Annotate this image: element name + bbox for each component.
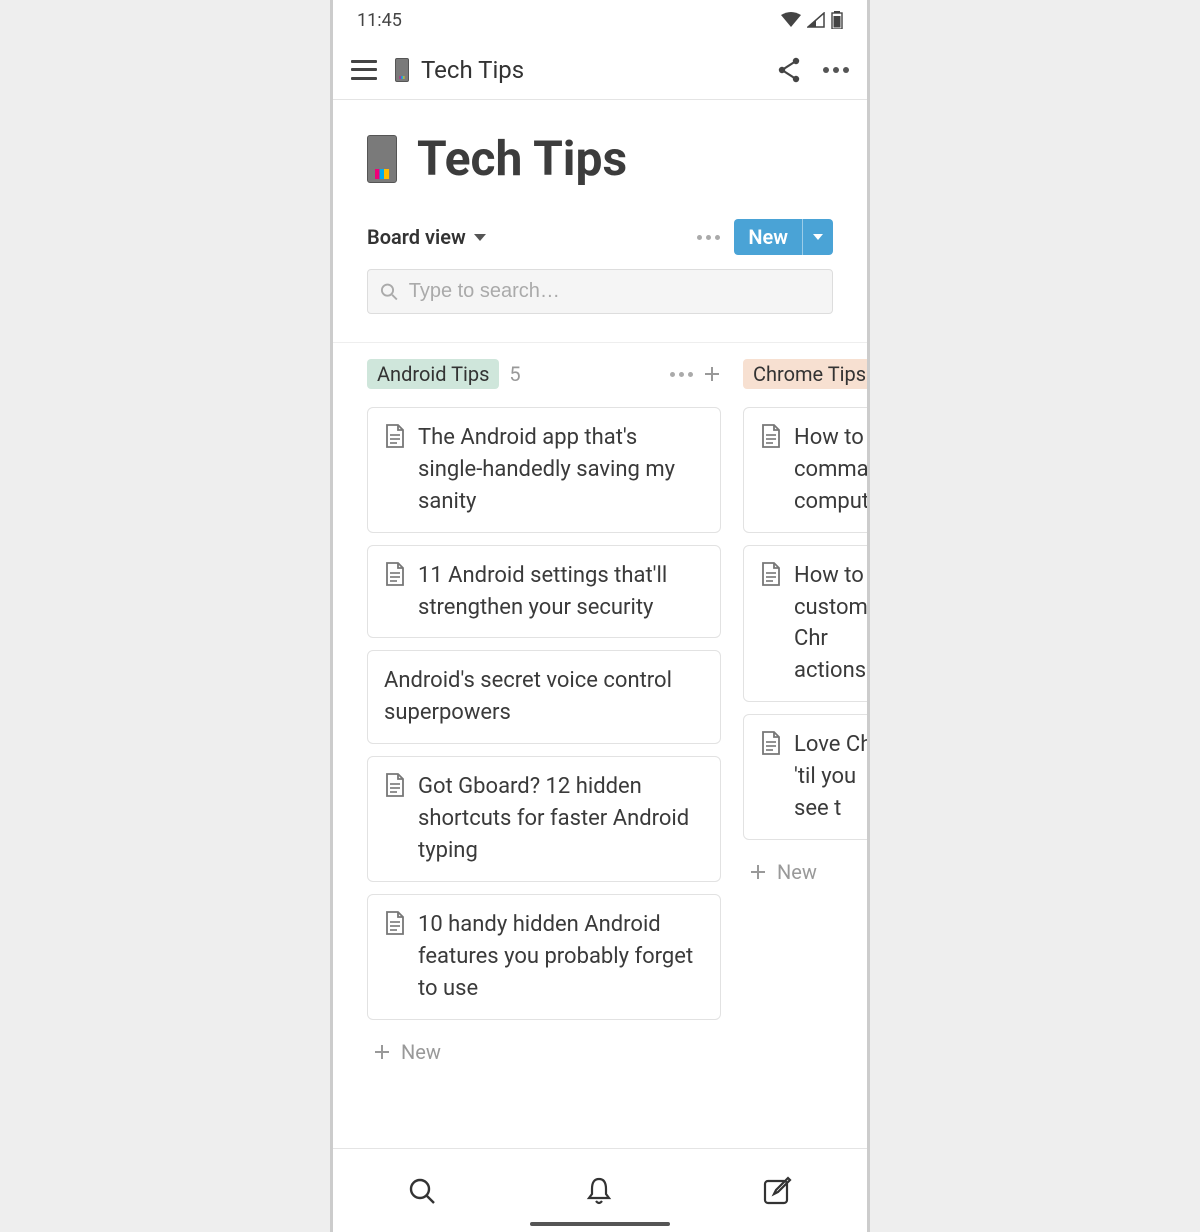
document-icon <box>760 424 782 448</box>
board-card[interactable]: How to a commands computer <box>743 407 867 533</box>
chevron-down-icon <box>813 234 823 240</box>
new-button-label: New <box>734 219 802 255</box>
column-tag[interactable]: Chrome Tips <box>743 359 867 389</box>
board-card[interactable]: Love Ch 'til you see t <box>743 714 867 840</box>
board-card[interactable]: 10 handy hidden Android features you pro… <box>367 894 721 1020</box>
card-title: Got Gboard? 12 hidden shortcuts for fast… <box>418 771 704 867</box>
new-button[interactable]: New <box>734 219 833 255</box>
bell-icon <box>585 1176 613 1206</box>
more-icon[interactable] <box>823 67 849 73</box>
document-icon <box>384 773 406 797</box>
page-title: Tech Tips <box>417 130 627 187</box>
status-time: 11:45 <box>357 10 402 31</box>
view-label: Board view <box>367 225 466 249</box>
signal-icon <box>807 12 825 28</box>
bottom-nav <box>333 1148 867 1232</box>
board-card[interactable]: The Android app that's single-handedly s… <box>367 407 721 533</box>
card-title: The Android app that's single-handedly s… <box>418 422 704 518</box>
home-indicator <box>530 1222 670 1226</box>
board-column: Android Tips 5 The Android app that's sing… <box>367 359 721 1072</box>
view-toolbar: Board view New <box>333 219 867 255</box>
divider <box>333 342 867 343</box>
search-input-container[interactable] <box>367 269 833 314</box>
share-icon[interactable] <box>777 57 801 83</box>
plus-icon <box>749 863 767 881</box>
plus-icon <box>373 1043 391 1061</box>
phone-emoji-icon <box>395 58 409 82</box>
column-add-icon[interactable] <box>703 365 721 383</box>
status-bar: 11:45 <box>333 0 867 40</box>
page-content: Tech Tips Board view New Android Tips 5 Th… <box>333 100 867 1148</box>
column-header: Android Tips 5 <box>367 359 721 389</box>
card-title: 11 Android settings that'll strengthen y… <box>418 560 704 624</box>
search-input[interactable] <box>409 280 820 303</box>
column-more-icon[interactable] <box>670 372 693 377</box>
app-bar-title[interactable]: Tech Tips <box>395 56 759 84</box>
add-card-label: New <box>401 1040 441 1064</box>
search-icon <box>380 282 399 302</box>
board-card[interactable]: Got Gboard? 12 hidden shortcuts for fast… <box>367 756 721 882</box>
document-icon <box>760 562 782 586</box>
board-card[interactable]: How to c custom Chr actions <box>743 545 867 703</box>
board-card[interactable]: Android's secret voice control superpowe… <box>367 650 721 744</box>
menu-icon[interactable] <box>351 60 377 80</box>
battery-icon <box>831 11 843 29</box>
phone-frame: 11:45 Tech Tips Tech Tips <box>330 0 870 1232</box>
app-bar: Tech Tips <box>333 40 867 100</box>
add-card-label: New <box>777 860 817 884</box>
view-switcher[interactable]: Board view <box>367 225 486 249</box>
column-count: 5 <box>509 362 520 386</box>
card-title: Android's secret voice control superpowe… <box>384 665 704 729</box>
status-icons <box>781 11 843 29</box>
document-icon <box>384 911 406 935</box>
document-icon <box>384 424 406 448</box>
add-card-button[interactable]: New <box>367 1032 721 1072</box>
chevron-down-icon <box>474 234 486 241</box>
nav-notifications[interactable] <box>575 1166 623 1216</box>
card-title: Love Ch 'til you see t <box>794 729 867 825</box>
search-icon <box>408 1177 436 1205</box>
wifi-icon <box>781 12 801 28</box>
compose-icon <box>762 1176 792 1206</box>
card-title: How to a commands computer <box>794 422 867 518</box>
view-more-icon[interactable] <box>697 235 720 240</box>
page-emoji-icon <box>367 135 397 183</box>
board-column: Chrome Tips How to a commands computer How… <box>743 359 867 892</box>
card-title: 10 handy hidden Android features you pro… <box>418 909 704 1005</box>
column-header: Chrome Tips <box>743 359 867 389</box>
plus-icon <box>703 365 721 383</box>
nav-compose[interactable] <box>752 1166 802 1216</box>
board-card[interactable]: 11 Android settings that'll strengthen y… <box>367 545 721 639</box>
card-title: How to c custom Chr actions <box>794 560 867 688</box>
page-header: Tech Tips <box>333 130 867 209</box>
add-card-button[interactable]: New <box>743 852 867 892</box>
board[interactable]: Android Tips 5 The Android app that's sing… <box>333 359 867 1072</box>
column-tag[interactable]: Android Tips <box>367 359 499 389</box>
nav-search[interactable] <box>398 1167 446 1215</box>
app-bar-title-text: Tech Tips <box>421 56 524 84</box>
document-icon <box>760 731 782 755</box>
new-button-dropdown[interactable] <box>802 219 833 255</box>
document-icon <box>384 562 406 586</box>
